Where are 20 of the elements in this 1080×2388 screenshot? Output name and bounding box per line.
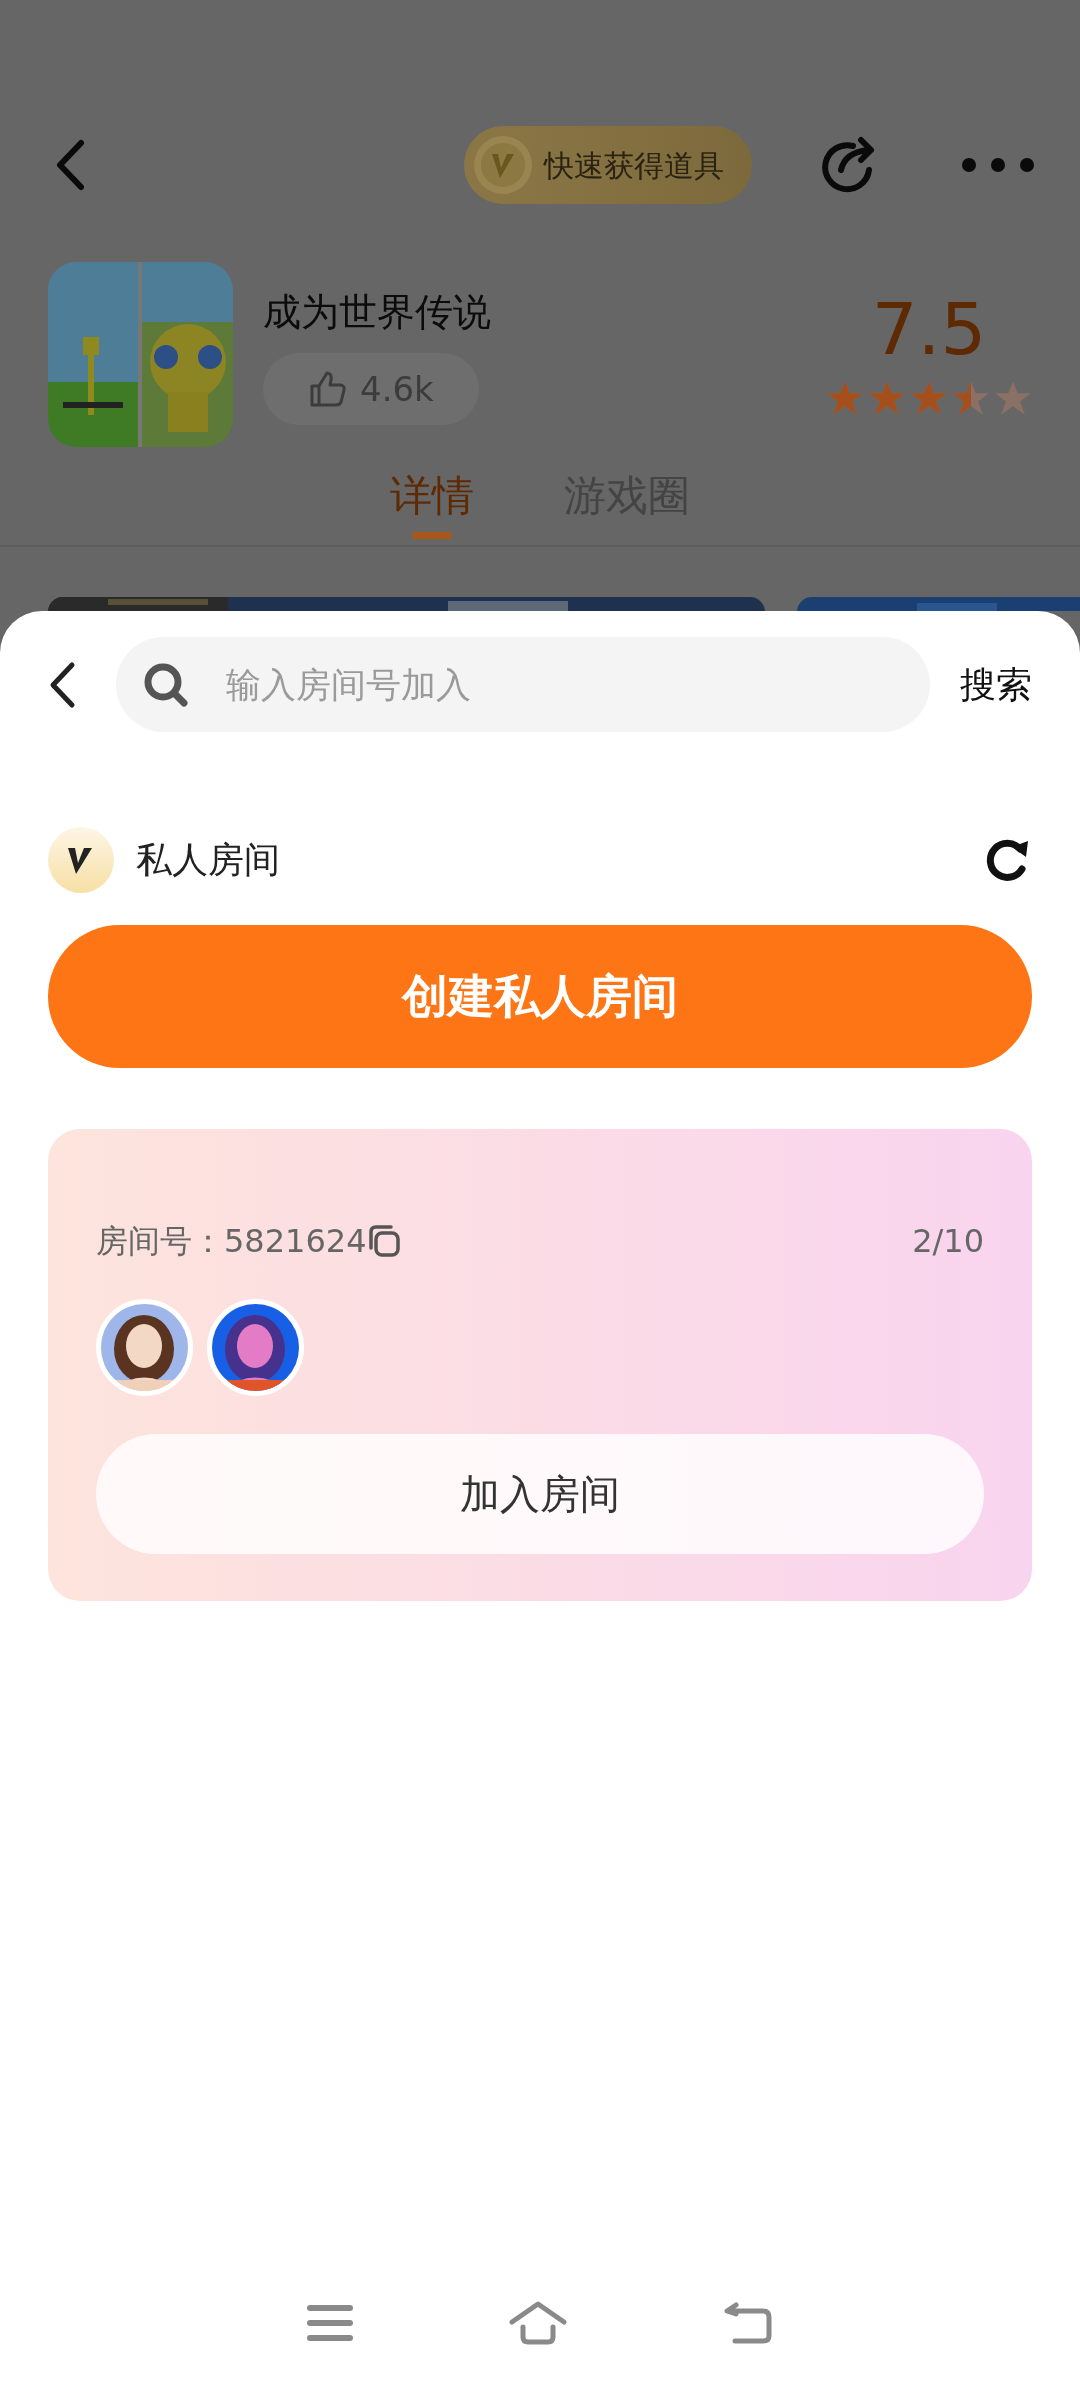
thumbs-up-icon [308, 369, 348, 409]
promo-badge[interactable]: 快速获得道具 [464, 126, 752, 204]
room-number: 房间号：5821624 [96, 1221, 367, 1262]
back-icon[interactable] [48, 660, 76, 709]
rating-score: 7.5 [871, 292, 987, 365]
menu-icon[interactable] [307, 2303, 354, 2342]
more-icon[interactable] [961, 157, 1035, 173]
create-room-button[interactable]: 创建私人房间 [48, 925, 1032, 1068]
occupancy: 2/10 [912, 1221, 984, 1262]
copy-icon[interactable] [366, 1224, 401, 1258]
v-logo-icon [472, 134, 534, 196]
v-logo-icon [48, 827, 114, 893]
tab[interactable]: 详情 [390, 464, 474, 545]
search-button[interactable]: 搜索 [960, 657, 1032, 712]
section-title: 私人房间 [136, 838, 281, 882]
game-title: 成为世界传说 [263, 289, 492, 336]
home-icon[interactable] [508, 2300, 568, 2345]
search-field[interactable]: 输入房间号加入 [116, 637, 930, 732]
search-icon [142, 661, 190, 709]
join-room-button[interactable]: 加入房间 [96, 1434, 984, 1554]
